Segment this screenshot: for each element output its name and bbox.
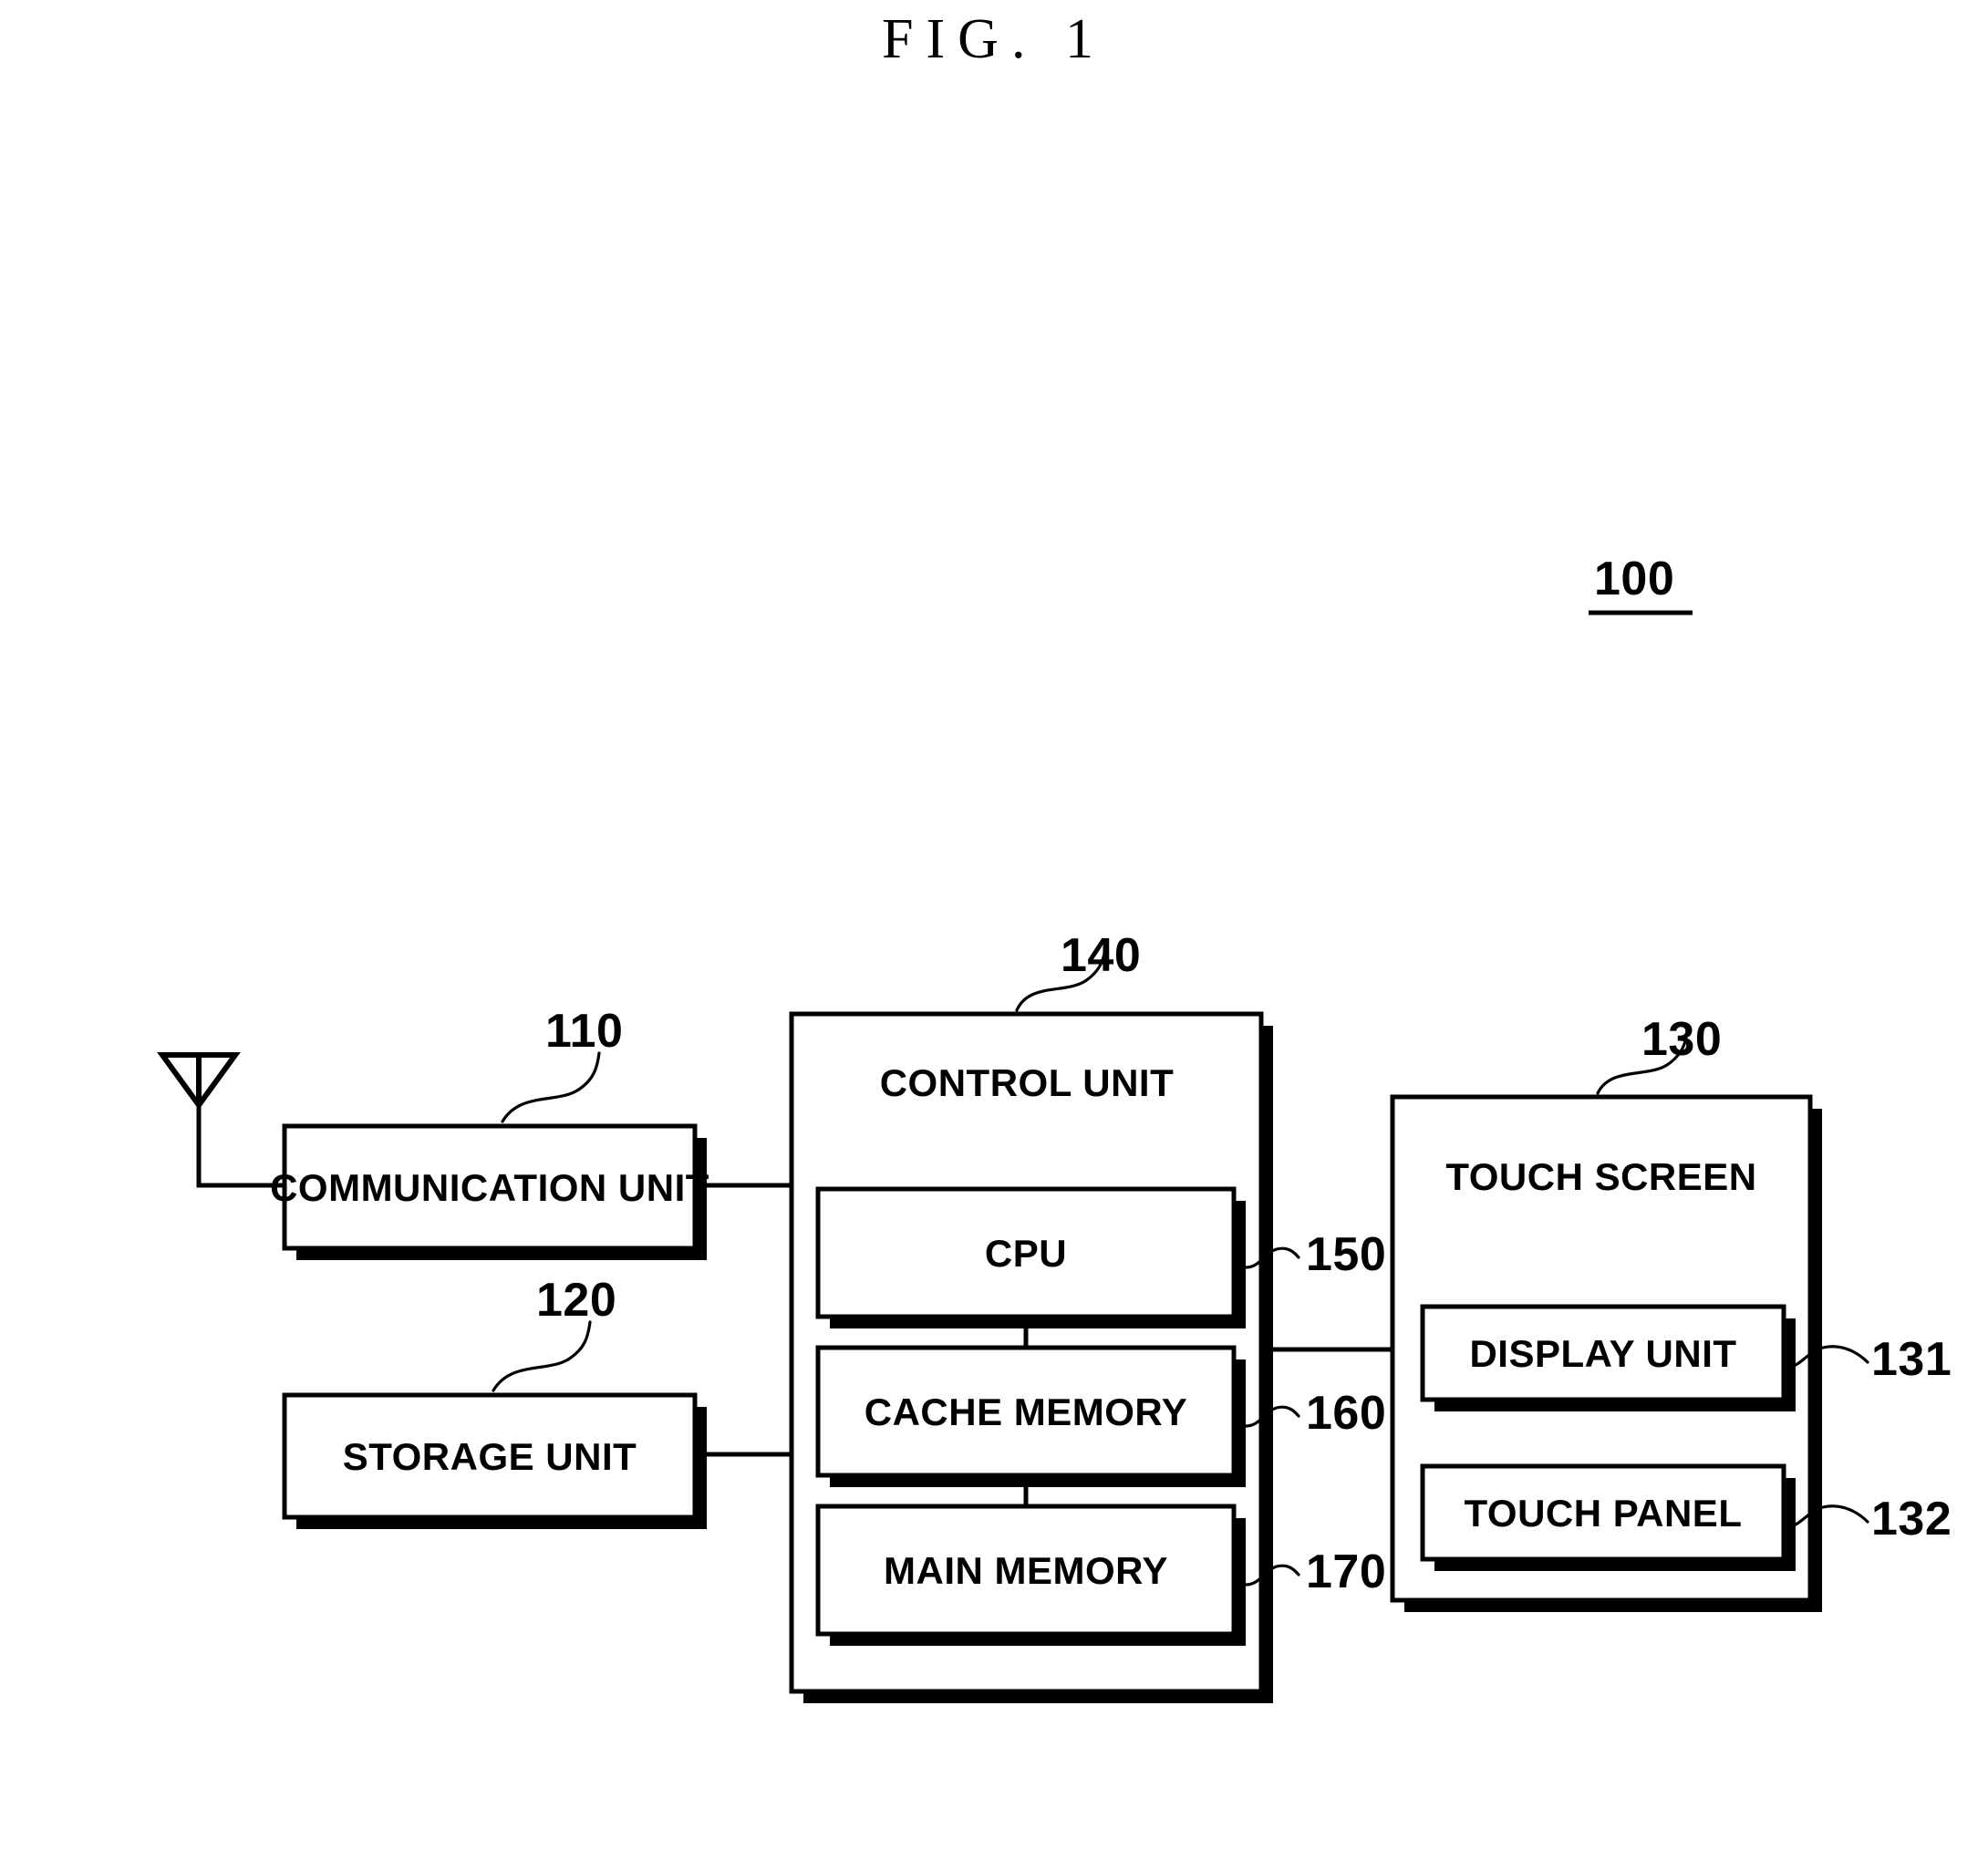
- block-diagram: 100 COMMUNICATION UNIT 110 STORAGE UNIT …: [157, 553, 1952, 1703]
- touch-screen-block[interactable]: TOUCH SCREEN 130 DISPLAY UNIT TOUCH PANE…: [1390, 1013, 1822, 1612]
- system-ref-100: 100: [1589, 553, 1693, 615]
- system-ref-100-text: 100: [1594, 553, 1674, 605]
- cache-memory-block[interactable]: CACHE MEMORY: [815, 1345, 1246, 1487]
- cpu-block[interactable]: CPU: [815, 1186, 1246, 1328]
- main-memory-ref: 170: [1306, 1545, 1386, 1598]
- touch-screen-ref: 130: [1641, 1013, 1722, 1066]
- storage-unit-ref: 120: [536, 1274, 616, 1327]
- communication-unit-block[interactable]: COMMUNICATION UNIT 110: [270, 1005, 709, 1260]
- cache-memory-ref: 160: [1306, 1387, 1386, 1440]
- cpu-ref: 150: [1306, 1228, 1386, 1281]
- display-unit-label: DISPLAY UNIT: [1469, 1332, 1736, 1375]
- control-unit-label: CONTROL UNIT: [880, 1061, 1175, 1104]
- storage-unit-block[interactable]: STORAGE UNIT 120: [282, 1274, 707, 1529]
- display-unit-ref: 131: [1871, 1333, 1952, 1386]
- patent-figure: FIG. 1 100 COMMUNICATION UNIT 110 STORAG…: [0, 0, 1988, 1871]
- communication-unit-ref: 110: [545, 1005, 623, 1058]
- control-unit-ref: 140: [1061, 929, 1141, 982]
- main-memory-label: MAIN MEMORY: [884, 1549, 1168, 1592]
- touch-panel-ref: 132: [1871, 1493, 1952, 1545]
- touch-panel-label: TOUCH PANEL: [1465, 1492, 1743, 1535]
- antenna-icon: [157, 1052, 285, 1188]
- cpu-label: CPU: [985, 1232, 1067, 1275]
- cache-memory-label: CACHE MEMORY: [865, 1390, 1187, 1433]
- control-unit-block[interactable]: CONTROL UNIT 140 CPU CACHE MEMORY MAIN M…: [789, 929, 1273, 1703]
- communication-unit-label: COMMUNICATION UNIT: [270, 1166, 709, 1209]
- main-memory-block[interactable]: MAIN MEMORY: [815, 1504, 1246, 1646]
- touch-panel-block[interactable]: TOUCH PANEL: [1420, 1463, 1796, 1571]
- storage-unit-label: STORAGE UNIT: [343, 1435, 637, 1478]
- display-unit-block[interactable]: DISPLAY UNIT: [1420, 1304, 1796, 1411]
- touch-screen-label: TOUCH SCREEN: [1445, 1155, 1756, 1198]
